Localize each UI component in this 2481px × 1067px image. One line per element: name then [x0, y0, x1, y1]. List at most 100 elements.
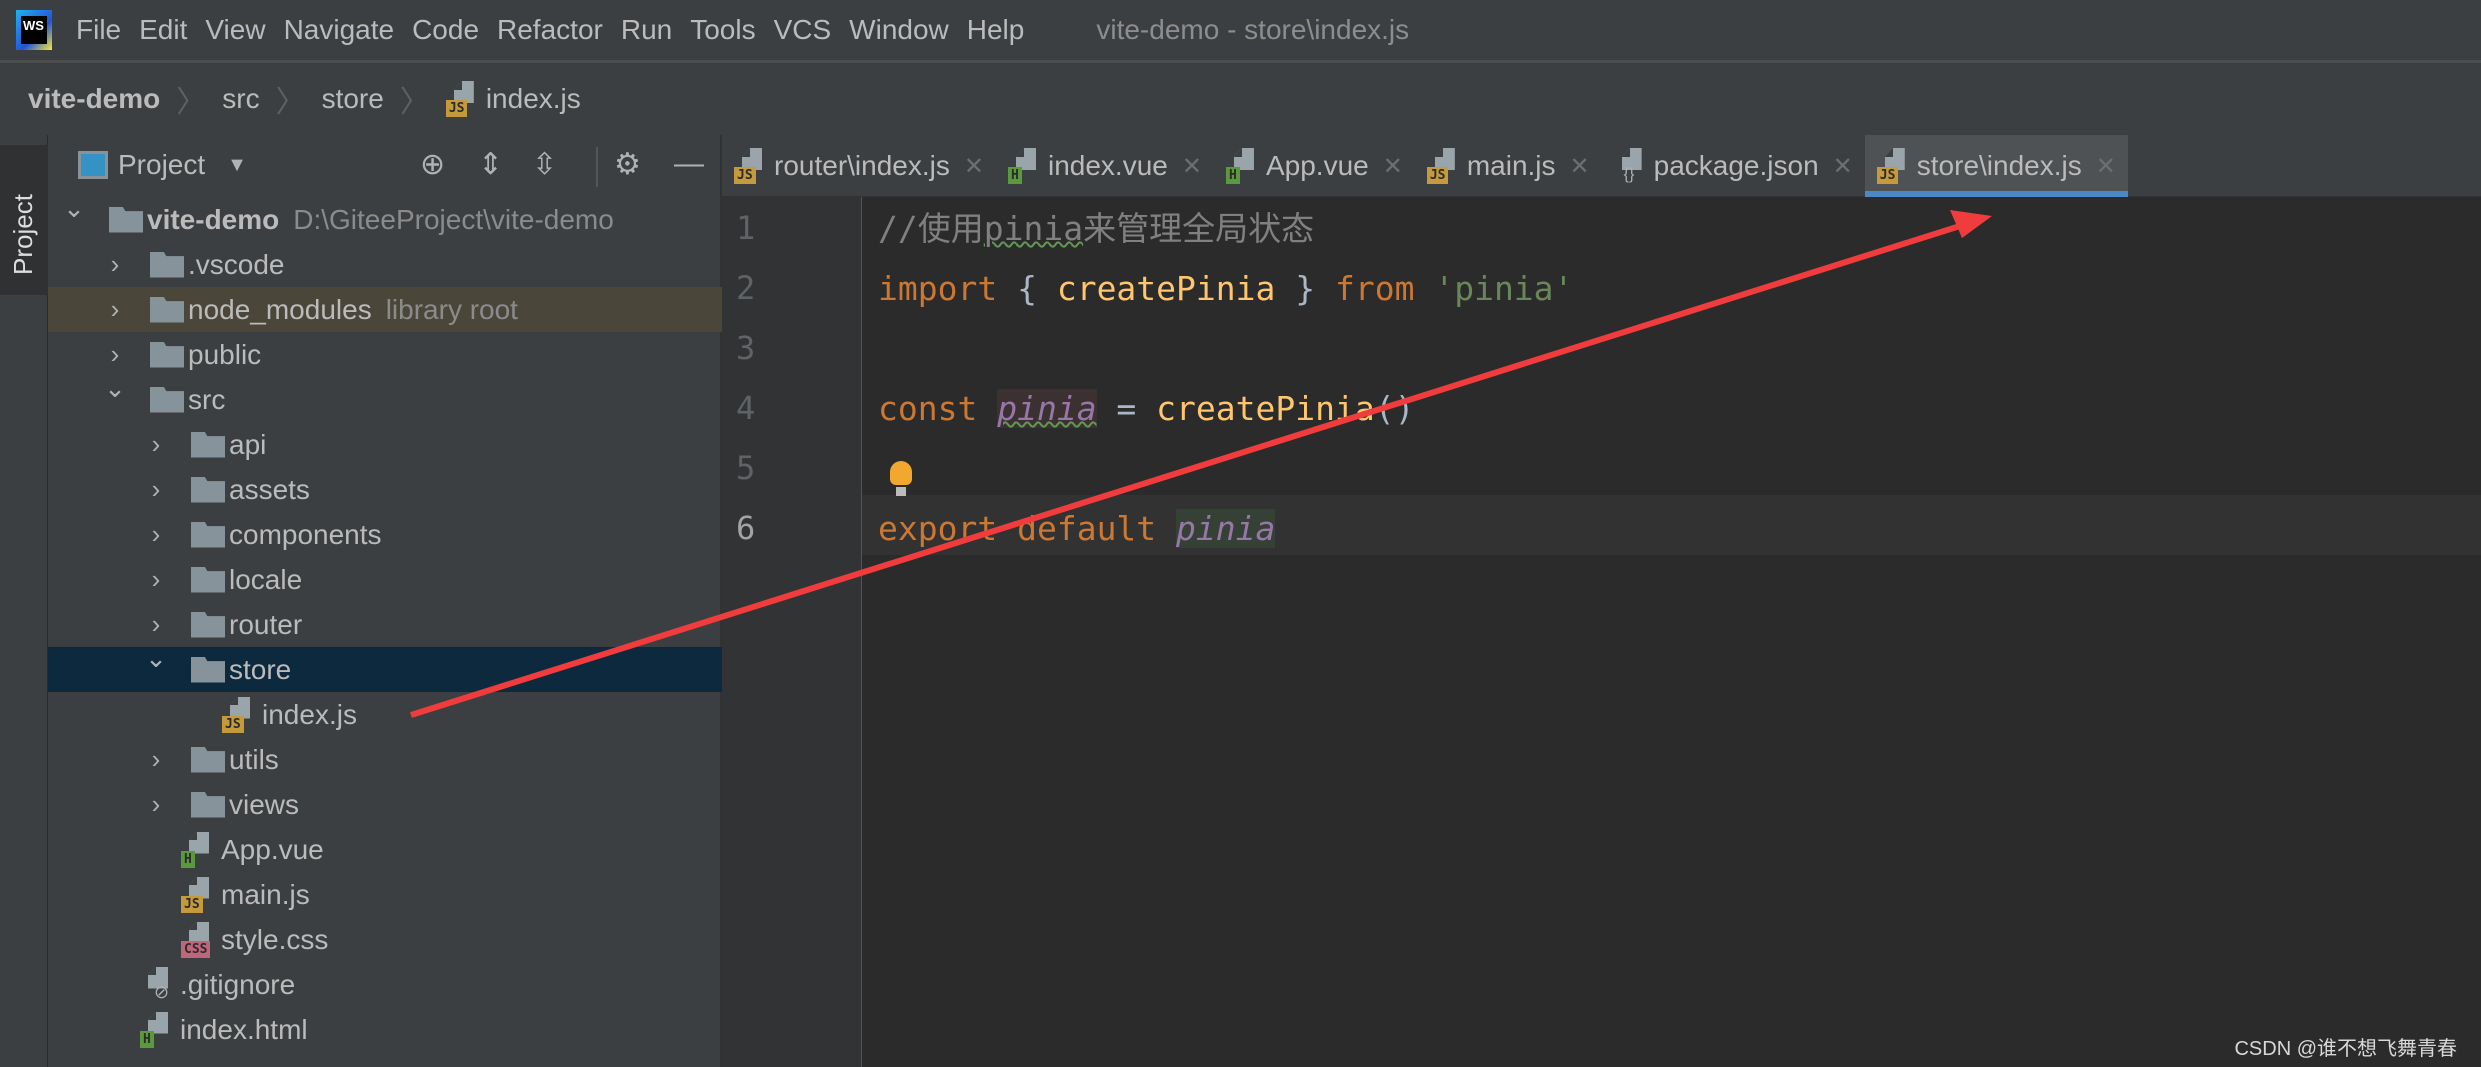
tree-item-style-css[interactable]: CSS style.css — [48, 917, 722, 962]
folder-icon — [191, 431, 225, 458]
tree-item-index-js[interactable]: JS index.js — [48, 692, 722, 737]
code-token: createPinia — [1056, 269, 1276, 308]
tree-item--vscode[interactable]: › .vscode — [48, 242, 722, 287]
folder-icon — [191, 566, 225, 593]
close-tab-icon[interactable]: ✕ — [1833, 152, 1853, 181]
tree-item-label: style.css — [221, 924, 328, 956]
tree-item-locale[interactable]: › locale — [48, 557, 722, 602]
tree-item-name: .vscode — [188, 248, 285, 280]
tab-main-js[interactable]: JS main.js ✕ — [1415, 135, 1602, 197]
menu-view[interactable]: View — [205, 14, 265, 46]
tree-item-utils[interactable]: › utils — [48, 737, 722, 782]
close-tab-icon[interactable]: ✕ — [964, 152, 984, 181]
code-line: import { createPinia } from 'pinia' — [878, 259, 1573, 319]
close-tab-icon[interactable]: ✕ — [2096, 152, 2116, 181]
menu-help[interactable]: Help — [967, 14, 1025, 46]
tree-item-name: index.html — [180, 1013, 308, 1045]
js-file-icon: JS — [222, 696, 256, 733]
webstorm-logo-icon[interactable]: WS — [16, 10, 52, 50]
expand-all-icon[interactable]: ⇕ — [478, 147, 503, 182]
tree-item-assets[interactable]: › assets — [48, 467, 722, 512]
tree-item-src[interactable]: ⌄ src — [48, 373, 722, 422]
locate-file-icon[interactable]: ⊕ — [420, 147, 445, 182]
gear-icon[interactable]: ⚙ — [614, 147, 641, 182]
tree-item-app-vue[interactable]: H App.vue — [48, 827, 722, 872]
tab-app-vue[interactable]: H App.vue ✕ — [1214, 135, 1415, 197]
menu-vcs[interactable]: VCS — [774, 14, 832, 46]
tree-item-label: public — [188, 339, 261, 371]
menu-navigate[interactable]: Navigate — [284, 14, 395, 46]
line-number: 1 — [736, 209, 756, 247]
chevron-right-icon[interactable]: › — [104, 249, 126, 280]
tree-item-public[interactable]: › public — [48, 332, 722, 377]
project-view-selector[interactable]: Project — [118, 149, 205, 181]
tree-item-name: vite-demo — [147, 203, 280, 235]
tree-item-vite-demo[interactable]: ⌄ vite-demo D:\GiteeProject\vite-demo — [48, 193, 722, 242]
tree-item-name: .gitignore — [180, 968, 296, 1000]
chevron-right-icon[interactable]: › — [104, 294, 126, 325]
menu-tools[interactable]: Tools — [690, 14, 755, 46]
close-tab-icon[interactable]: ✕ — [1383, 152, 1403, 181]
css-file-icon: CSS — [181, 921, 215, 958]
close-tab-icon[interactable]: ✕ — [1182, 152, 1202, 181]
menu-run[interactable]: Run — [621, 14, 672, 46]
menu-code[interactable]: Code — [412, 14, 479, 46]
tab-label: App.vue — [1265, 150, 1369, 181]
tree-item-node-modules[interactable]: › node_modules library root — [48, 287, 722, 332]
tree-item-components[interactable]: › components — [48, 512, 722, 557]
toolbar-divider — [596, 147, 598, 187]
tree-item-main-js[interactable]: JS main.js — [48, 872, 722, 917]
menu-file[interactable]: File — [76, 14, 121, 46]
chevron-right-icon[interactable]: › — [145, 519, 167, 550]
chevron-right-icon[interactable]: › — [145, 744, 167, 775]
tab-package-json[interactable]: {} package.json ✕ — [1602, 135, 1865, 197]
breadcrumb-project[interactable]: vite-demo — [28, 83, 160, 115]
code-token: default — [1017, 509, 1157, 548]
chevron-right-icon[interactable]: › — [145, 564, 167, 595]
breadcrumb-separator-icon: 〉 — [176, 86, 207, 119]
code-editor[interactable]: //使用pinia来管理全局状态 import { createPinia } f… — [862, 197, 2481, 1067]
chevron-right-icon[interactable]: › — [145, 474, 167, 505]
code-token: pinia — [983, 209, 1084, 248]
tree-item-index-html[interactable]: Hindex.html — [48, 1007, 722, 1052]
chevron-right-icon[interactable]: › — [145, 789, 167, 820]
chevron-right-icon[interactable]: › — [145, 429, 167, 460]
tree-item-views[interactable]: › views — [48, 782, 722, 827]
collapse-all-icon[interactable]: ⇳ — [532, 147, 557, 182]
chevron-down-icon[interactable]: ⌄ — [145, 643, 167, 674]
tree-item-name: store — [229, 653, 292, 685]
tree-item-api[interactable]: › api — [48, 422, 722, 467]
folder-icon — [191, 611, 225, 638]
chevron-right-icon[interactable]: › — [104, 339, 126, 370]
tree-item-name: assets — [229, 473, 310, 505]
chevron-down-icon[interactable]: ⌄ — [63, 193, 85, 224]
tree-item-hint: library root — [385, 293, 518, 325]
chevron-right-icon[interactable]: › — [145, 609, 167, 640]
tree-item-name: public — [188, 338, 262, 370]
breadcrumb-store[interactable]: store — [322, 83, 384, 115]
tree-item-router[interactable]: › router — [48, 602, 722, 647]
tree-item-name: node_modules — [188, 293, 372, 325]
tab-index-vue[interactable]: Hindex.vue ✕ — [996, 135, 1214, 197]
breadcrumb-file[interactable]: index.js — [486, 83, 581, 115]
lightbulb-icon[interactable] — [890, 461, 912, 497]
breadcrumb-src[interactable]: src — [222, 83, 259, 115]
hide-panel-icon[interactable]: — — [674, 147, 704, 181]
menu-refactor[interactable]: Refactor — [497, 14, 603, 46]
tab-store-index-js[interactable]: JS store\index.js ✕ — [1864, 135, 2128, 197]
project-tool-window-button[interactable]: Project — [0, 145, 48, 295]
tab-router-index-js[interactable]: JS router\index.js ✕ — [722, 135, 996, 197]
code-token: = — [1096, 389, 1157, 428]
close-tab-icon[interactable]: ✕ — [1570, 152, 1590, 181]
chevron-down-icon[interactable]: ▼ — [227, 154, 247, 177]
code-token: () — [1374, 389, 1415, 428]
tree-item-label: .gitignore — [180, 969, 295, 1001]
tree-item--gitignore[interactable]: ⊘ .gitignore — [48, 962, 722, 1007]
chevron-down-icon[interactable]: ⌄ — [104, 373, 126, 404]
tree-item-store[interactable]: ⌄ store — [48, 643, 722, 692]
menu-window[interactable]: Window — [849, 14, 949, 46]
menu-edit[interactable]: Edit — [139, 14, 187, 46]
